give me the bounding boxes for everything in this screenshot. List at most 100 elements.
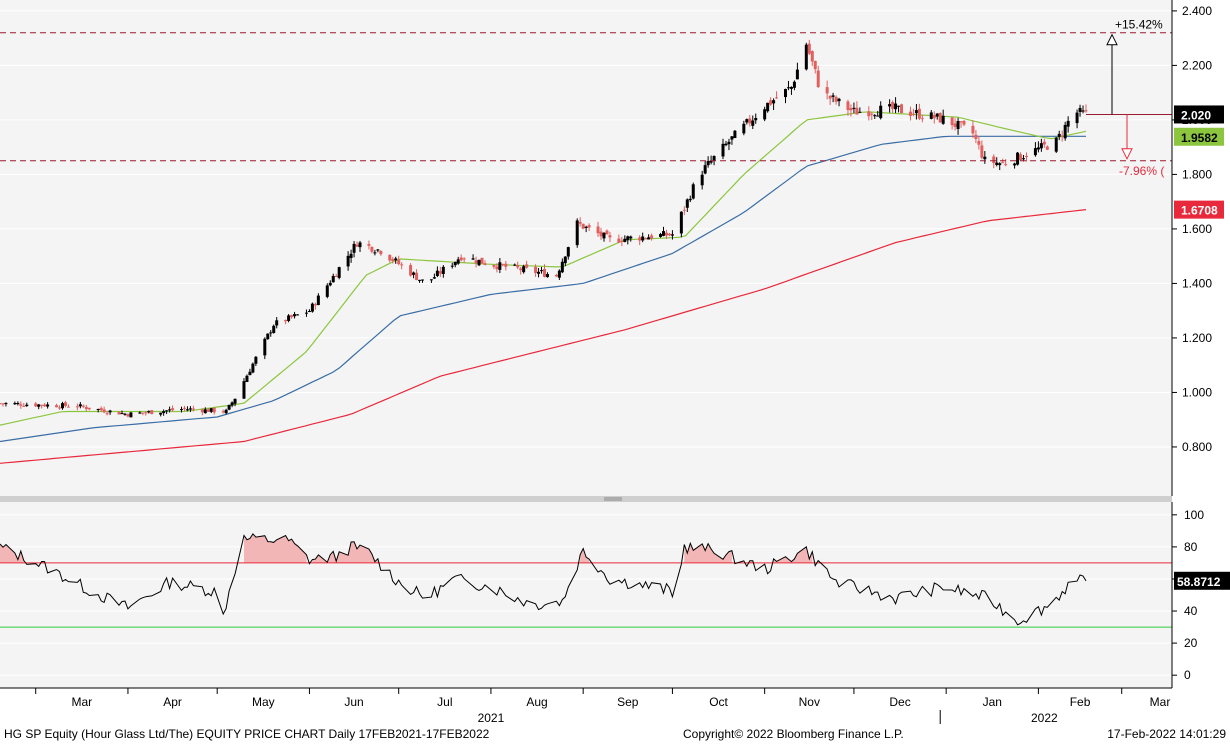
candle-body <box>495 266 499 270</box>
rsi-tick-label: 80 <box>1184 540 1198 554</box>
candle-body <box>891 102 895 109</box>
candle-body <box>355 244 359 247</box>
candle-body <box>763 109 767 120</box>
candle-body <box>432 277 436 279</box>
candle-body <box>804 44 808 70</box>
candle-body <box>897 105 901 107</box>
rsi-tick-label: 0 <box>1184 668 1191 682</box>
candle-body <box>888 104 892 107</box>
price-tick-label: 1.600 <box>1182 222 1212 236</box>
candle-body <box>542 269 546 277</box>
candle-body <box>1078 107 1082 112</box>
candle-body <box>870 113 874 115</box>
candle-body <box>474 260 478 264</box>
candle-body <box>212 407 216 413</box>
candle-body <box>504 263 508 267</box>
candle-body <box>102 409 106 413</box>
candle-body <box>144 412 148 414</box>
rsi-panel-background <box>0 502 1172 688</box>
candle-body <box>849 108 853 111</box>
candle-body <box>376 249 380 251</box>
candle-body <box>525 264 529 268</box>
candle-body <box>962 120 966 125</box>
candle-body <box>87 407 91 410</box>
candle-body <box>16 403 20 405</box>
candle-body <box>19 404 23 406</box>
candle-body <box>980 145 984 158</box>
candle-body <box>316 295 320 306</box>
candle-body <box>1001 162 1005 164</box>
candle-body <box>304 312 308 314</box>
candle-body <box>191 408 195 410</box>
candle-body <box>441 266 445 274</box>
candle-body <box>894 103 898 110</box>
rsi-tick-label: 40 <box>1184 604 1198 618</box>
candle-body <box>867 111 871 117</box>
candle-body <box>772 100 776 104</box>
candle-body <box>682 209 686 211</box>
rsi-panel: 100806040200 58.8712 <box>0 502 1230 688</box>
candle-body <box>200 409 204 413</box>
candle-body <box>296 314 300 316</box>
candle-body <box>620 241 624 243</box>
candle-body <box>254 356 258 364</box>
candle-body <box>185 409 189 411</box>
candle-body <box>269 332 273 334</box>
candle-body <box>248 371 252 376</box>
candle-body <box>977 141 981 145</box>
candle-body <box>420 279 424 281</box>
candle-body <box>290 315 294 318</box>
candle-body <box>816 70 820 88</box>
candle-body <box>1054 137 1058 152</box>
candle-body <box>730 136 734 140</box>
candle-body <box>1033 148 1037 156</box>
candle-body <box>742 123 746 134</box>
candle-body <box>129 412 133 418</box>
candle-body <box>37 404 41 407</box>
candle-body <box>602 232 606 239</box>
candle-body <box>662 231 666 236</box>
candle-body <box>852 107 856 109</box>
candle-body <box>795 69 799 80</box>
month-label: Sep <box>617 695 639 709</box>
candle-body <box>953 123 957 127</box>
candle-body <box>959 121 963 123</box>
candle-body <box>418 279 422 281</box>
candle-body <box>13 403 17 405</box>
panel-divider[interactable] <box>0 496 1172 502</box>
candle-body <box>492 265 496 267</box>
candle-body <box>956 120 960 130</box>
candle-body <box>685 199 689 208</box>
candle-body <box>438 271 442 274</box>
candle-body <box>584 226 588 228</box>
ma-long-tag-text: 1.6708 <box>1181 204 1218 218</box>
candle-body <box>712 155 716 161</box>
candle-body <box>855 107 859 115</box>
candle-body <box>435 270 439 277</box>
candle-body <box>599 231 603 237</box>
candle-body <box>66 406 70 408</box>
month-label: Apr <box>163 695 182 709</box>
candle-body <box>456 259 460 264</box>
candle-body <box>480 257 484 264</box>
candle-body <box>224 409 228 414</box>
candle-body <box>792 81 796 88</box>
candle-body <box>147 411 151 413</box>
candle-body <box>1013 163 1017 166</box>
price-tick-label: 1.400 <box>1182 276 1212 290</box>
candle-body <box>429 279 433 281</box>
candle-body <box>837 98 841 102</box>
candle-body <box>1084 110 1088 112</box>
candle-body <box>373 252 377 254</box>
candle-body <box>78 404 82 407</box>
candle-body <box>242 381 246 399</box>
candle-body <box>670 234 674 236</box>
candle-body <box>754 117 758 121</box>
candle-body <box>789 86 793 89</box>
candle-body <box>1016 152 1020 165</box>
month-label: Oct <box>709 695 728 709</box>
price-tick-label: 0.800 <box>1182 440 1212 454</box>
candle-body <box>626 236 630 241</box>
candle-body <box>769 100 773 105</box>
candle-body <box>379 250 383 255</box>
